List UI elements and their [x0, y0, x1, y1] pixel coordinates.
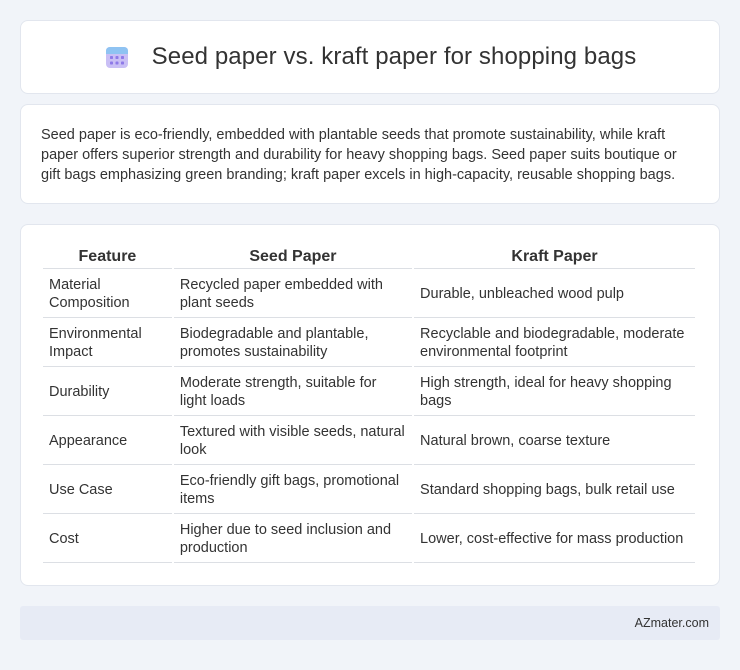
kraft-paper-cell: Lower, cost-effective for mass productio… — [414, 516, 695, 563]
feature-cell: Appearance — [43, 418, 172, 465]
feature-cell: Material Composition — [43, 271, 172, 318]
header-kraft-paper: Kraft Paper — [414, 245, 695, 269]
summary-card: Seed paper is eco-friendly, embedded wit… — [20, 104, 720, 204]
summary-text: Seed paper is eco-friendly, embedded wit… — [41, 127, 677, 183]
feature-cell: Durability — [43, 369, 172, 416]
seed-paper-cell: Textured with visible seeds, natural loo… — [173, 418, 413, 465]
seed-paper-cell: Moderate strength, suitable for light lo… — [173, 369, 413, 416]
footer-brand[interactable]: AZmater.com — [635, 616, 709, 630]
table-row: Durability Moderate strength, suitable f… — [43, 369, 695, 416]
title-card: Seed paper vs. kraft paper for shopping … — [20, 20, 720, 94]
feature-cell: Use Case — [43, 467, 172, 514]
page-title: Seed paper vs. kraft paper for shopping … — [151, 43, 637, 70]
feature-cell: Environmental Impact — [43, 320, 172, 367]
header-seed-paper: Seed Paper — [173, 245, 413, 269]
comparison-table: Feature Seed Paper Kraft Paper Material … — [41, 243, 697, 565]
kraft-paper-cell: High strength, ideal for heavy shopping … — [414, 369, 695, 416]
kraft-paper-cell: Natural brown, coarse texture — [414, 418, 695, 465]
table-header-row: Feature Seed Paper Kraft Paper — [43, 245, 695, 269]
header-feature: Feature — [43, 245, 172, 269]
seed-paper-cell: Recycled paper embedded with plant seeds — [173, 271, 413, 318]
comparison-table-card: Feature Seed Paper Kraft Paper Material … — [20, 224, 720, 586]
kraft-paper-cell: Durable, unbleached wood pulp — [414, 271, 695, 318]
calendar-icon — [105, 47, 128, 68]
footer-bar: AZmater.com — [20, 606, 720, 640]
table-row: Use Case Eco-friendly gift bags, promoti… — [43, 467, 695, 514]
table-row: Environmental Impact Biodegradable and p… — [43, 320, 695, 367]
seed-paper-cell: Biodegradable and plantable, promotes su… — [173, 320, 413, 367]
seed-paper-cell: Eco-friendly gift bags, promotional item… — [173, 467, 413, 514]
kraft-paper-cell: Recyclable and biodegradable, moderate e… — [414, 320, 695, 367]
table-row: Material Composition Recycled paper embe… — [43, 271, 695, 318]
table-row: Appearance Textured with visible seeds, … — [43, 418, 695, 465]
feature-cell: Cost — [43, 516, 172, 563]
seed-paper-cell: Higher due to seed inclusion and product… — [173, 516, 413, 563]
table-row: Cost Higher due to seed inclusion and pr… — [43, 516, 695, 563]
kraft-paper-cell: Standard shopping bags, bulk retail use — [414, 467, 695, 514]
